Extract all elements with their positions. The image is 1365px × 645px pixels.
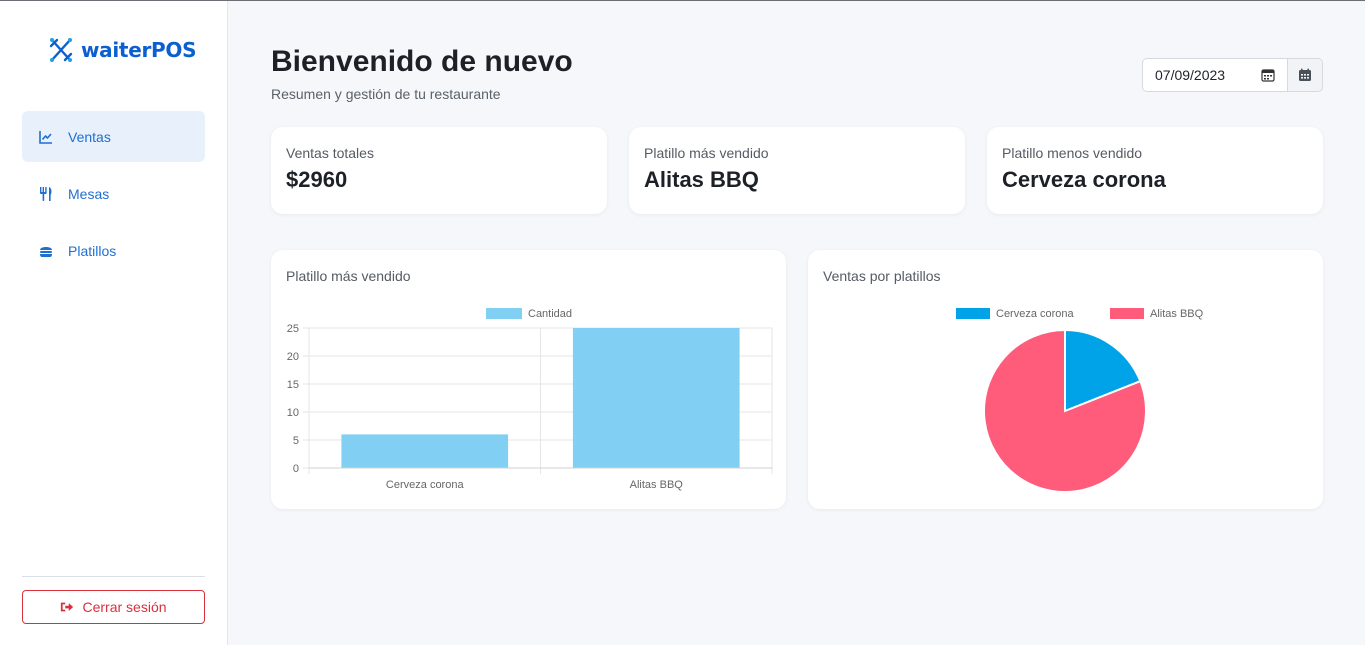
- x-tick-label: Alitas BBQ: [630, 479, 684, 491]
- sidebar-divider: [22, 576, 205, 577]
- page-title: Bienvenido de nuevo: [271, 45, 573, 78]
- y-tick-label: 25: [287, 323, 299, 335]
- stat-value: Cerveza corona: [1002, 167, 1166, 192]
- x-tick-label: Cerveza corona: [386, 479, 465, 491]
- stat-value: $2960: [286, 167, 348, 192]
- sidebar-item-label: Platillos: [68, 242, 117, 259]
- legend-swatch: [1110, 308, 1144, 319]
- stat-card-least-seller: Platillo menos vendido Cerveza corona: [987, 127, 1323, 214]
- legend-label: Cantidad: [528, 308, 572, 320]
- sidebar-item-ventas[interactable]: Ventas: [22, 111, 205, 162]
- y-tick-label: 5: [293, 435, 299, 447]
- calendar-small-icon[interactable]: [1261, 68, 1275, 82]
- legend-swatch: [956, 308, 990, 319]
- logout-label: Cerrar sesión: [82, 599, 167, 615]
- sidebar: waiterPOS Ventas Mesas Platillos Cerrar …: [0, 1, 228, 645]
- stat-card-total-sales: Ventas totales $2960: [271, 127, 607, 214]
- stat-label: Ventas totales: [286, 145, 374, 161]
- stat-label: Platillo más vendido: [644, 145, 769, 161]
- logout-button[interactable]: Cerrar sesión: [22, 590, 205, 624]
- calendar-button[interactable]: [1288, 58, 1323, 92]
- bar: [572, 328, 740, 468]
- legend-label: Cerveza corona: [996, 308, 1075, 320]
- bar-chart: Cantidad 0 5 10 15 20 25 Cerveza corona Alitas B…: [287, 308, 773, 491]
- calendar-icon: [1299, 68, 1311, 81]
- sign-out-icon: [61, 602, 74, 612]
- waiterpos-logo-icon: [49, 38, 73, 62]
- stat-label: Platillo menos vendido: [1002, 145, 1143, 161]
- stat-value: Alitas BBQ: [644, 167, 759, 192]
- y-tick-label: 10: [287, 407, 299, 419]
- date-picker: 07/09/2023: [1142, 58, 1323, 92]
- sidebar-nav: Ventas Mesas Platillos: [22, 111, 205, 282]
- chart-legend: Cerveza corona Alitas BBQ: [956, 308, 1204, 320]
- stat-card-best-seller: Platillo más vendido Alitas BBQ: [629, 127, 965, 214]
- sidebar-item-label: Ventas: [68, 128, 111, 145]
- page-subtitle: Resumen y gestión de tu restaurante: [271, 86, 501, 102]
- y-tick-label: 20: [287, 351, 299, 363]
- y-tick-label: 0: [293, 463, 299, 475]
- utensils-icon: [38, 186, 54, 202]
- date-input[interactable]: 07/09/2023: [1142, 58, 1288, 92]
- bar: [341, 434, 509, 468]
- pie-chart-card: Ventas por platillos Cerveza corona Alita…: [808, 250, 1323, 509]
- bar-chart-card: Platillo más vendido Cantidad 0 5 10 15 20 25 C…: [271, 250, 786, 509]
- sidebar-item-mesas[interactable]: Mesas: [22, 168, 205, 219]
- chart-line-icon: [38, 129, 54, 145]
- sidebar-item-label: Mesas: [68, 185, 110, 202]
- logo[interactable]: waiterPOS: [47, 35, 196, 65]
- date-value: 07/09/2023: [1155, 67, 1226, 83]
- sidebar-item-platillos[interactable]: Platillos: [22, 225, 205, 276]
- y-tick-label: 15: [287, 379, 299, 391]
- burger-icon: [38, 243, 54, 259]
- chart-legend: Cantidad: [486, 308, 572, 320]
- legend-swatch: [486, 308, 522, 319]
- app-name: waiterPOS: [81, 38, 197, 62]
- legend-label: Alitas BBQ: [1150, 308, 1204, 320]
- pie-chart: Cerveza corona Alitas BBQ: [956, 308, 1204, 493]
